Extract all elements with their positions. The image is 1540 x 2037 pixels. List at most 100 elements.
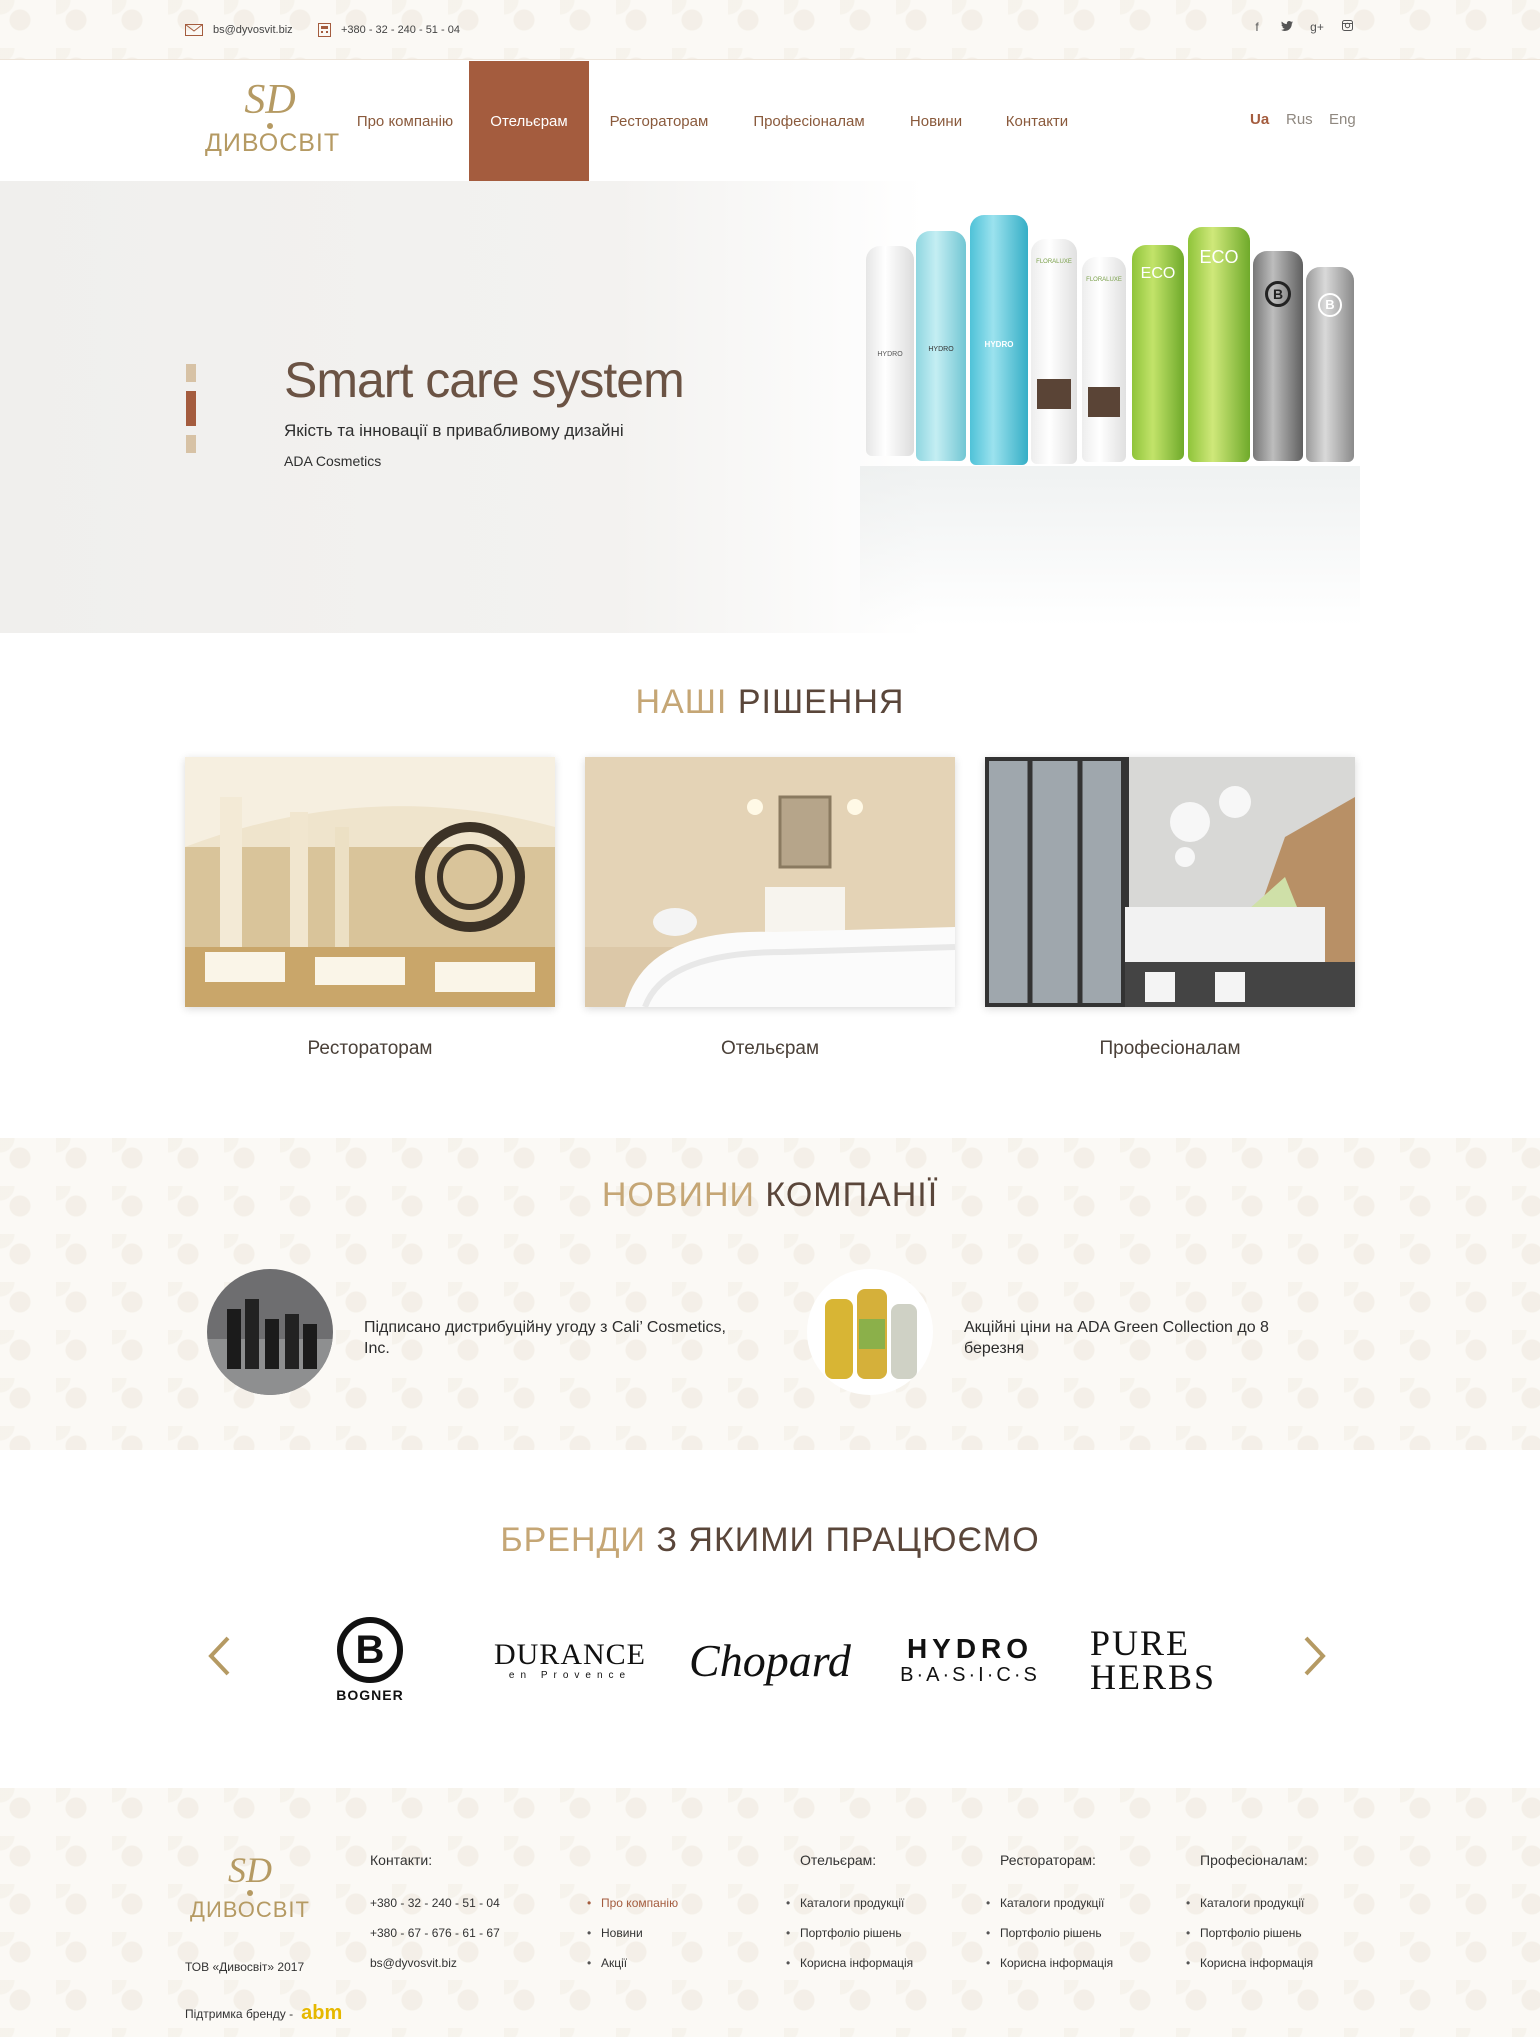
footer-support: Підтримка бренду - abm <box>185 2002 342 2025</box>
facebook-icon[interactable]: f <box>1249 20 1265 34</box>
bottle: FLORALUXE <box>1031 239 1077 464</box>
news-item-green-collection[interactable]: Акційні ціни на ADA Green Collection до … <box>964 1317 1294 1359</box>
bottle: ECO <box>1132 245 1184 460</box>
bottle-reflection <box>860 466 1360 626</box>
footer-phone-1[interactable]: +380 - 32 - 240 - 51 - 04 <box>370 1896 500 1910</box>
solution-label-professionals[interactable]: Професіоналам <box>985 1038 1355 1060</box>
footer-email[interactable]: bs@dyvosvit.biz <box>370 1956 457 1970</box>
footer-professionals-portfolio[interactable]: Портфоліо рішень <box>1186 1926 1313 1940</box>
office-image <box>985 757 1355 1007</box>
news-item-cali[interactable]: Підписано дистрибуційну угоду з Cali’ Co… <box>364 1317 754 1359</box>
footer-professionals-catalogs[interactable]: Каталоги продукції <box>1186 1896 1313 1910</box>
hero-brand: ADA Cosmetics <box>284 453 382 469</box>
bottle: B <box>1253 251 1303 461</box>
brand-durance[interactable]: DURANCE en Provence <box>485 1610 655 1710</box>
solution-card-hoteliers[interactable] <box>585 757 955 1007</box>
slider-indicator-3[interactable] <box>186 435 196 453</box>
nav-about[interactable]: Про компанію <box>345 61 465 181</box>
envelope-icon <box>185 24 203 36</box>
logo-monogram: SD <box>244 77 296 123</box>
brand-chopard[interactable]: Chopard <box>685 1610 855 1710</box>
brand-pure-herbs[interactable]: PURE HERBS <box>1090 1610 1250 1710</box>
phone-icon <box>318 23 331 37</box>
site-logo[interactable]: SD ДИВОСВІТ <box>205 77 341 157</box>
solutions-title-b: РІШЕННЯ <box>737 683 905 721</box>
footer-hoteliers-list: Каталоги продукції Портфоліо рішень Кори… <box>786 1896 913 1986</box>
footer-restaurateurs-head: Рестораторам: <box>1000 1852 1096 1868</box>
footer-restaurateurs-catalogs[interactable]: Каталоги продукції <box>986 1896 1113 1910</box>
news-title-a: НОВИНИ <box>601 1176 755 1214</box>
lang-eng[interactable]: Eng <box>1329 111 1356 128</box>
google-plus-icon[interactable]: g+ <box>1309 20 1325 34</box>
email-contact[interactable]: bs@dyvosvit.biz <box>185 22 293 38</box>
solution-card-professionals[interactable] <box>985 757 1355 1007</box>
news-image-cali[interactable] <box>207 1269 333 1395</box>
nav-news[interactable]: Новини <box>896 61 976 181</box>
brands-next-arrow-icon[interactable] <box>1304 1636 1326 1681</box>
durance-name: DURANCE <box>493 1637 646 1671</box>
footer-hoteliers-info[interactable]: Корисна інформація <box>786 1956 913 1970</box>
nav-professionals[interactable]: Професіоналам <box>744 61 874 181</box>
footer-professionals-list: Каталоги продукції Портфоліо рішень Кори… <box>1186 1896 1313 1986</box>
bottle: HYDRO <box>970 215 1028 465</box>
nav-contacts[interactable]: Контакти <box>995 61 1079 181</box>
brand-hydro-basics[interactable]: HYDRO B·A·S·I·C·S <box>885 1610 1055 1710</box>
footer-logo[interactable]: SD ДИВОСВІТ <box>185 1852 315 1923</box>
logo-name: ДИВОСВІТ <box>205 129 341 157</box>
bathroom-image <box>585 757 955 1007</box>
footer-links: Про компанію Новини Акції <box>587 1896 678 1986</box>
footer-link-about[interactable]: Про компанію <box>587 1896 678 1910</box>
bottle: FLORALUXE <box>1082 257 1126 462</box>
footer-restaurateurs-list: Каталоги продукції Портфоліо рішень Кори… <box>986 1896 1113 1986</box>
footer-hoteliers-catalogs[interactable]: Каталоги продукції <box>786 1896 913 1910</box>
footer-phone-2[interactable]: +380 - 67 - 676 - 61 - 67 <box>370 1926 500 1940</box>
footer-restaurateurs-portfolio[interactable]: Портфоліо рішень <box>986 1926 1113 1940</box>
hero-title: Smart care system <box>284 352 685 408</box>
brands-title-b: З ЯКИМИ ПРАЦЮЄМО <box>656 1521 1040 1559</box>
brands-title-a: БРЕНДИ <box>500 1521 646 1559</box>
nav-restaurateurs[interactable]: Ресторато­рам <box>598 61 720 181</box>
footer-professionals-head: Професіоналам: <box>1200 1852 1308 1868</box>
bogner-logo-icon: B <box>337 1617 403 1683</box>
footer-link-news[interactable]: Новини <box>587 1926 678 1940</box>
slider-indicator-1[interactable] <box>186 364 196 382</box>
instagram-icon[interactable] <box>1339 20 1355 34</box>
news-image-green-collection[interactable] <box>807 1269 933 1395</box>
solutions-title-a: НАШІ <box>635 683 728 721</box>
hydro-name: HYDRO <box>906 1632 1034 1664</box>
herbs-name: HERBS <box>1090 1657 1217 1697</box>
footer-logo-name: ДИВОСВІТ <box>190 1897 310 1922</box>
news-title-b: КОМПАНІЇ <box>765 1176 939 1214</box>
footer-restaurateurs-info[interactable]: Корисна інформація <box>986 1956 1113 1970</box>
brands-title: БРЕНДИ З ЯКИМИ ПРАЦЮЄМО <box>0 1521 1540 1560</box>
hero-banner: Smart care system Якість та інновації в … <box>0 181 1540 633</box>
main-header: SD ДИВОСВІТ Про компанію Отельєрам Ресто… <box>0 61 1540 181</box>
hero-subtitle: Якість та інновації в привабливому дизай… <box>284 421 624 440</box>
footer-support-text: Підтримка бренду - <box>185 2006 294 2021</box>
footer-link-promotions[interactable]: Акції <box>587 1956 678 1970</box>
solution-label-restaurateurs[interactable]: Рестораторам <box>185 1038 555 1060</box>
phone-contact[interactable]: +380 - 32 - 240 - 51 - 04 <box>318 22 460 38</box>
slider-indicator-2[interactable] <box>186 391 196 426</box>
phone-text[interactable]: +380 - 32 - 240 - 51 - 04 <box>341 24 460 36</box>
footer-hoteliers-portfolio[interactable]: Портфоліо рішень <box>786 1926 913 1940</box>
bottle: HYDRO <box>916 231 966 461</box>
news-section: НОВИНИ КОМПАНІЇ Підписано дистрибуційну … <box>0 1138 1540 1450</box>
abm-logo[interactable]: abm <box>301 2002 342 2025</box>
lang-rus[interactable]: Rus <box>1286 111 1313 128</box>
twitter-icon[interactable] <box>1279 20 1295 34</box>
top-bar: bs@dyvosvit.biz +380 - 32 - 240 - 51 - 0… <box>0 0 1540 60</box>
restaurant-image <box>185 757 555 1007</box>
footer-contacts-head: Контакти: <box>370 1852 433 1868</box>
bottle: B <box>1306 267 1354 462</box>
lang-ua[interactable]: Ua <box>1250 111 1269 128</box>
bogner-name: BOGNER <box>336 1687 404 1703</box>
brands-prev-arrow-icon[interactable] <box>208 1636 230 1681</box>
solution-label-hoteliers[interactable]: Отельєрам <box>585 1038 955 1060</box>
solution-card-restaurateurs[interactable] <box>185 757 555 1007</box>
brand-bogner[interactable]: B BOGNER <box>310 1610 430 1710</box>
product-bottles-image: HYDRO HYDRO HYDRO FLORALUXE FLORALUXE EC… <box>860 215 1360 631</box>
footer-professionals-info[interactable]: Корисна інформація <box>1186 1956 1313 1970</box>
nav-hoteliers[interactable]: Отельєрам <box>469 61 589 181</box>
email-text[interactable]: bs@dyvosvit.biz <box>213 24 293 36</box>
